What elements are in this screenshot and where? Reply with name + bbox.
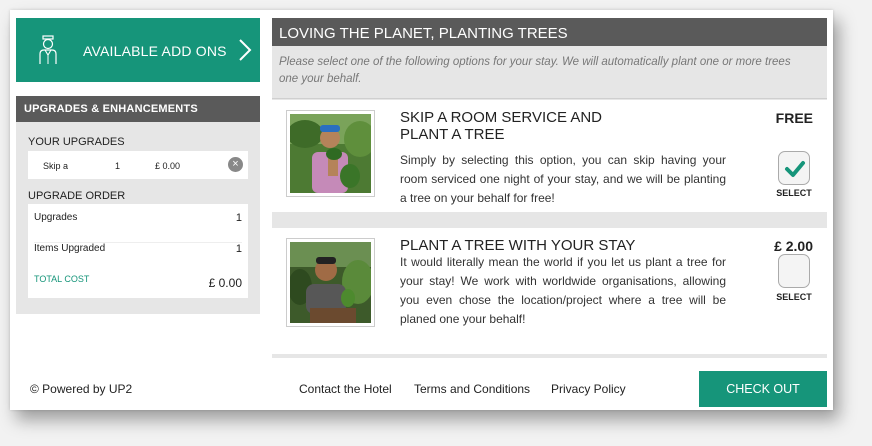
upgrade-item-name: Skip a [43,161,69,171]
remove-icon[interactable]: × [228,157,243,172]
checkout-button[interactable]: CHECK OUT [699,371,827,407]
option-description: Simply by selecting this option, you can… [400,153,726,205]
select-label: SELECT [776,188,812,198]
order-upgrades-value: 1 [235,212,242,224]
addons-label: AVAILABLE ADD ONS [83,43,227,59]
chevron-right-icon [239,39,252,61]
upgrade-item-qty: 1 [115,161,121,171]
select-label: SELECT [776,292,812,302]
order-items-label: Items Upgraded [34,243,106,254]
privacy-link[interactable]: Privacy Policy [551,382,626,396]
your-upgrades-label: YOUR UPGRADES [28,136,125,148]
order-items-row: Items Upgraded 1 [34,242,242,255]
option-card-skip-service: SKIP A ROOM SERVICE AND PLANT A TREE Sim… [272,100,827,212]
option-photo [286,110,375,197]
total-cost-value: £ 0.00 [208,276,242,290]
order-items-value: 1 [235,243,242,255]
upgrade-order-label: UPGRADE ORDER [28,190,126,202]
option-photo [286,238,375,327]
booking-window: AVAILABLE ADD ONS UPGRADES & ENHANCEMENT… [10,10,833,410]
upgrades-panel: UPGRADES & ENHANCEMENTS YOUR UPGRADES Sk… [16,96,260,314]
option-description: It would literally mean the world if you… [400,255,726,326]
option-card-plant-tree: PLANT A TREE WITH YOUR STAY It would lit… [272,228,827,354]
concierge-icon [39,35,57,64]
option-title: PLANT A TREE WITH YOUR STAY [400,237,636,254]
section-title: LOVING THE PLANET, PLANTING TREES [272,18,827,46]
order-upgrades-row: Upgrades 1 [34,212,242,224]
contact-hotel-link[interactable]: Contact the Hotel [299,382,392,396]
tree-options-section: LOVING THE PLANET, PLANTING TREES Please… [272,18,827,358]
upgrades-header: UPGRADES & ENHANCEMENTS [16,96,260,122]
option-price: £ 2.00 [774,238,813,254]
order-total-row: TOTAL COST £ 0.00 [34,274,242,290]
total-cost-label: TOTAL COST [34,274,90,284]
available-addons-button[interactable]: AVAILABLE ADD ONS [16,18,260,82]
option-price: FREE [775,110,813,126]
checkmark-icon [785,161,805,177]
powered-by: © Powered by UP2 [30,382,133,396]
option-title: SKIP A ROOM SERVICE AND PLANT A TREE [400,109,603,143]
upgrade-order-box: Upgrades 1 Items Upgraded 1 TOTAL COST £… [28,204,248,298]
select-checkbox[interactable] [778,254,810,288]
section-intro: Please select one of the following optio… [272,46,827,99]
terms-link[interactable]: Terms and Conditions [414,382,530,396]
upgrade-item-price: £ 0.00 [155,161,181,171]
select-checkbox[interactable] [778,151,810,185]
upgrade-item-row: Skip a 1 £ 0.00 × [28,151,248,179]
order-upgrades-label: Upgrades [34,212,78,223]
